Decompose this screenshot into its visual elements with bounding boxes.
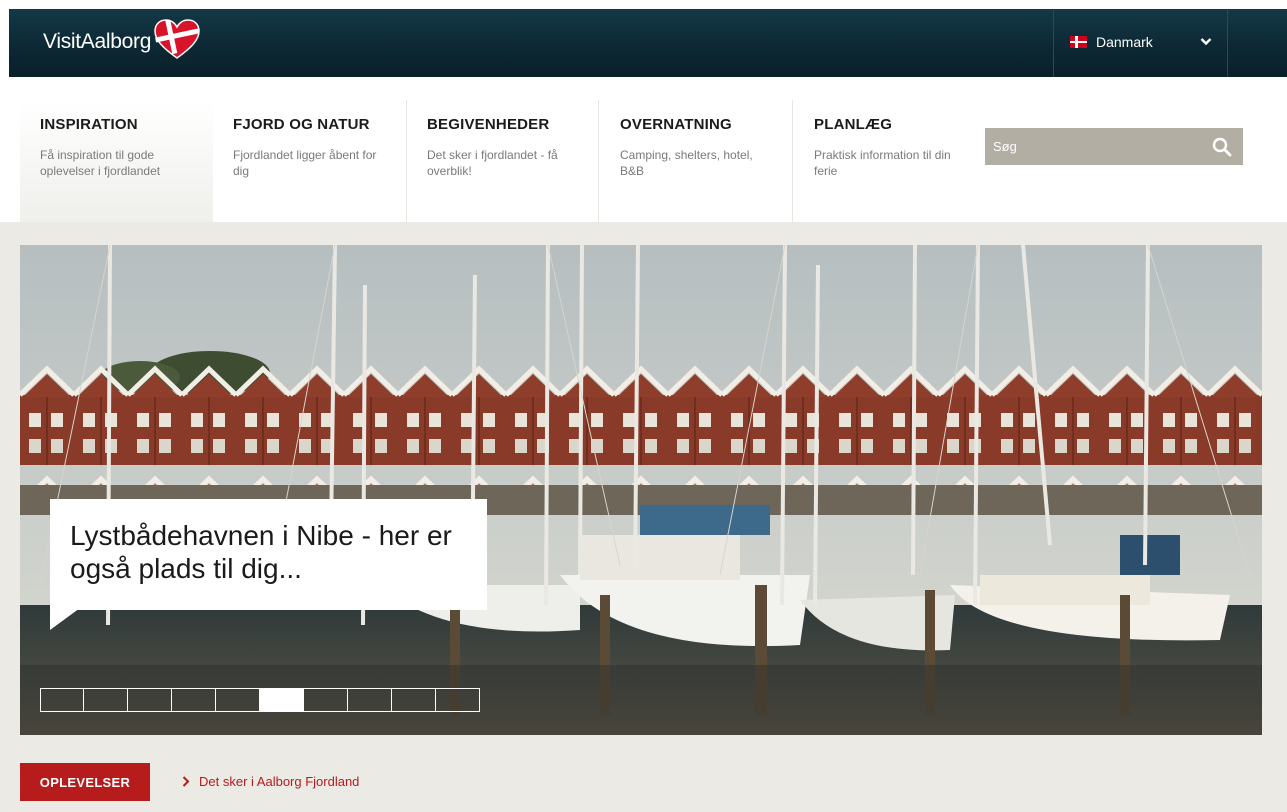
nav-subtitle: Praktisk information til din ferie: [814, 148, 951, 178]
slide-indicator[interactable]: [84, 688, 128, 712]
nav-subtitle: Få inspiration til gode oplevelser i fjo…: [40, 148, 161, 178]
nav-item-begivenheder[interactable]: BEGIVENHEDER Det sker i fjordlandet - få…: [407, 100, 600, 222]
slide-indicator[interactable]: [436, 688, 480, 712]
nav-title: PLANLÆG: [814, 116, 893, 133]
slide-indicator[interactable]: [216, 688, 260, 712]
nav-title: FJORD OG NATUR: [233, 116, 370, 133]
heart-flag-icon: [154, 19, 200, 59]
search-input[interactable]: [985, 128, 1205, 165]
hero-image: [20, 245, 1262, 735]
nav-subtitle: Fjordlandet ligger åbent for dig: [233, 148, 377, 178]
hero-slideshow[interactable]: Lystbådehavnen i Nibe - her er også plad…: [20, 245, 1262, 735]
nav-item-fjord-og-natur[interactable]: FJORD OG NATUR Fjordlandet ligger åbent …: [213, 100, 406, 222]
slide-indicator[interactable]: [392, 688, 436, 712]
oplevelser-tag[interactable]: OPLEVELSER: [20, 763, 150, 801]
language-label: Danmark: [1096, 34, 1153, 50]
slide-indicator[interactable]: [40, 688, 84, 712]
nav-subtitle: Det sker i fjordlandet - få overblik!: [427, 148, 558, 178]
language-selector[interactable]: Danmark: [1053, 9, 1228, 77]
slide-indicator[interactable]: [348, 688, 392, 712]
caption-speech-tail: [50, 608, 80, 630]
nav-item-overnatning[interactable]: OVERNATNING Camping, shelters, hotel, B&…: [600, 100, 793, 222]
hero-caption-text: Lystbådehavnen i Nibe - her er også plad…: [70, 520, 452, 584]
hero-caption[interactable]: Lystbådehavnen i Nibe - her er også plad…: [50, 499, 487, 630]
event-link-label: Det sker i Aalborg Fjordland: [199, 774, 360, 789]
slide-indicators: [40, 688, 480, 712]
event-link[interactable]: Det sker i Aalborg Fjordland: [182, 774, 359, 789]
danish-flag-icon: [1070, 36, 1087, 48]
top-bar: VisitAalborg Danmark: [9, 9, 1287, 77]
slide-indicator[interactable]: [172, 688, 216, 712]
nav-title: INSPIRATION: [40, 116, 138, 133]
logo[interactable]: VisitAalborg: [43, 19, 201, 62]
slide-indicator[interactable]: [128, 688, 172, 712]
logo-text: VisitAalborg: [43, 30, 152, 53]
search-box: [985, 128, 1243, 165]
chevron-down-icon: [1200, 38, 1212, 46]
nav-title: OVERNATNING: [620, 116, 732, 133]
slide-indicator-active[interactable]: [260, 688, 304, 712]
search-icon[interactable]: [1212, 137, 1232, 157]
nav-subtitle: Camping, shelters, hotel, B&B: [620, 148, 753, 178]
slide-indicator[interactable]: [304, 688, 348, 712]
nav-item-inspiration[interactable]: INSPIRATION Få inspiration til gode ople…: [20, 100, 213, 222]
nav-item-planlaeg[interactable]: PLANLÆG Praktisk information til din fer…: [794, 100, 987, 222]
chevron-right-icon: [182, 776, 190, 787]
nav-title: BEGIVENHEDER: [427, 116, 550, 133]
